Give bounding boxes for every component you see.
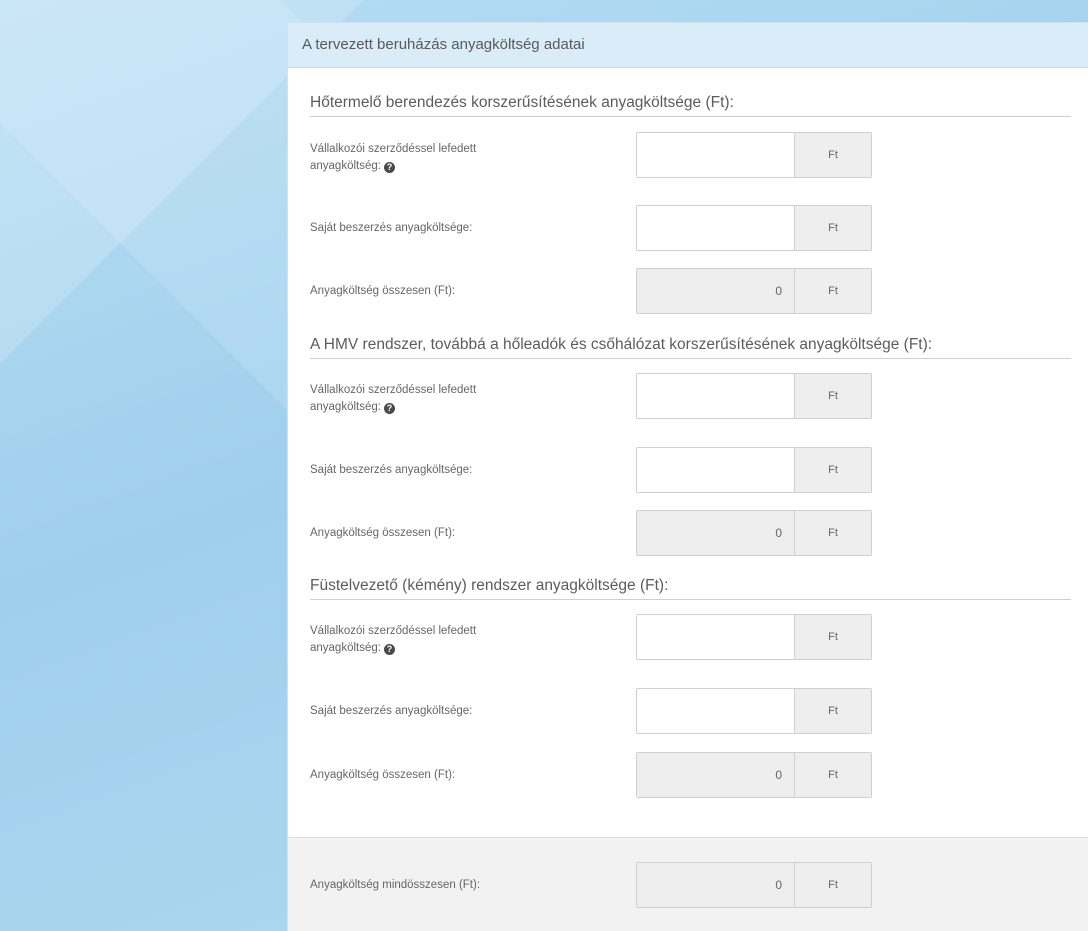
row-total-cost-1: Anyagköltség összesen (Ft): Ft: [310, 268, 1088, 314]
unit-addon: Ft: [795, 133, 871, 177]
row-label: Saját beszerzés anyagköltsége:: [310, 705, 473, 717]
help-icon[interactable]: ?: [383, 162, 395, 173]
own-purchase-input-group-1: Ft: [636, 205, 872, 251]
own-purchase-input-2[interactable]: [637, 448, 795, 492]
material-cost-panel: A tervezett beruházás anyagköltség adata…: [288, 23, 1088, 931]
contractor-cost-input-3[interactable]: [637, 615, 795, 659]
row-contractor-cost-2: Vállalkozói szerződéssel lefedett anyagk…: [310, 373, 1088, 419]
row-label: Anyagköltség összesen (Ft):: [310, 527, 456, 539]
unit-addon: Ft: [795, 206, 871, 250]
row-label: Anyagköltség összesen (Ft):: [310, 769, 456, 781]
contractor-cost-input-1[interactable]: [637, 133, 795, 177]
row-total-cost-3: Anyagköltség összesen (Ft): Ft: [310, 752, 1088, 798]
contractor-cost-input-group-1: Ft: [636, 132, 872, 178]
own-purchase-input-group-3: Ft: [636, 688, 872, 734]
own-purchase-input-group-2: Ft: [636, 447, 872, 493]
row-label: Saját beszerzés anyagköltsége:: [310, 222, 473, 234]
grand-total-footer: Anyagköltség mindösszesen (Ft): Ft: [288, 837, 1088, 931]
row-label: Anyagköltség összesen (Ft):: [310, 285, 456, 297]
total-cost-field-1: [637, 269, 795, 313]
contractor-cost-input-2[interactable]: [637, 374, 795, 418]
help-icon[interactable]: ?: [383, 403, 395, 414]
contractor-cost-input-group-3: Ft: [636, 614, 872, 660]
unit-addon: Ft: [795, 863, 871, 907]
unit-addon: Ft: [795, 448, 871, 492]
total-cost-input-group-3: Ft: [636, 752, 872, 798]
row-label: Vállalkozói szerződéssel lefedett anyagk…: [310, 384, 477, 414]
total-cost-input-group-2: Ft: [636, 510, 872, 556]
unit-addon: Ft: [795, 689, 871, 733]
own-purchase-input-1[interactable]: [637, 206, 795, 250]
row-label: Vállalkozói szerződéssel lefedett anyagk…: [310, 143, 477, 173]
unit-addon: Ft: [795, 615, 871, 659]
unit-addon: Ft: [795, 269, 871, 313]
section-title-heat-generator: Hőtermelő berendezés korszerűsítésének a…: [310, 94, 1071, 117]
row-grand-total: Anyagköltség mindösszesen (Ft): Ft: [310, 862, 1088, 908]
total-cost-input-group-1: Ft: [636, 268, 872, 314]
total-cost-field-3: [637, 753, 795, 797]
row-label: Vállalkozói szerződéssel lefedett anyagk…: [310, 625, 477, 655]
row-total-cost-2: Anyagköltség összesen (Ft): Ft: [310, 510, 1088, 556]
row-contractor-cost-1: Vállalkozói szerződéssel lefedett anyagk…: [310, 132, 1088, 178]
row-contractor-cost-3: Vállalkozói szerződéssel lefedett anyagk…: [310, 614, 1088, 660]
contractor-cost-input-group-2: Ft: [636, 373, 872, 419]
row-own-purchase-cost-2: Saját beszerzés anyagköltsége: Ft: [310, 447, 1088, 493]
grand-total-field: [637, 863, 795, 907]
help-icon[interactable]: ?: [383, 644, 395, 655]
own-purchase-input-3[interactable]: [637, 689, 795, 733]
unit-addon: Ft: [795, 511, 871, 555]
unit-addon: Ft: [795, 753, 871, 797]
grand-total-label: Anyagköltség mindösszesen (Ft):: [310, 879, 481, 891]
section-title-chimney: Füstelvezető (kémény) rendszer anyagkölt…: [310, 577, 1071, 600]
panel-title: A tervezett beruházás anyagköltség adata…: [288, 23, 1088, 68]
section-title-hmv-system: A HMV rendszer, továbbá a hőleadók és cs…: [310, 336, 1071, 359]
row-own-purchase-cost-3: Saját beszerzés anyagköltsége: Ft: [310, 688, 1088, 734]
grand-total-input-group: Ft: [636, 862, 872, 908]
unit-addon: Ft: [795, 374, 871, 418]
total-cost-field-2: [637, 511, 795, 555]
row-label: Saját beszerzés anyagköltsége:: [310, 464, 473, 476]
row-own-purchase-cost-1: Saját beszerzés anyagköltsége: Ft: [310, 205, 1088, 251]
